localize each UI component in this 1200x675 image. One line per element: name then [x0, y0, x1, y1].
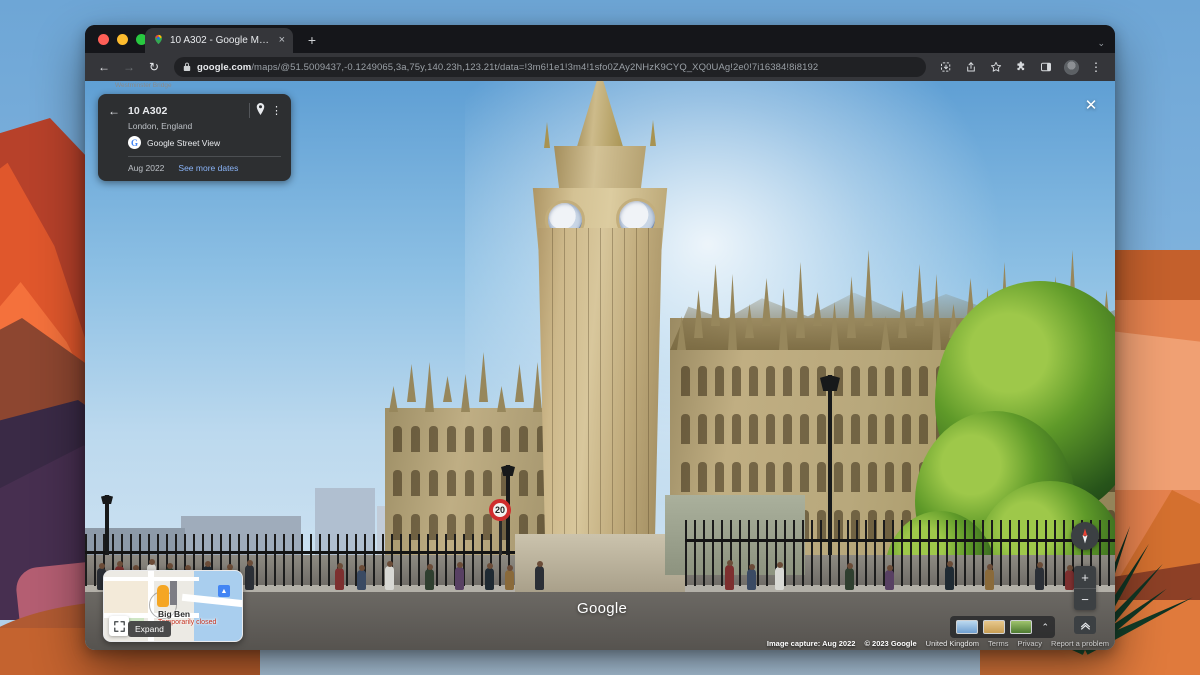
side-panel-icon[interactable] [1035, 56, 1057, 78]
browser-window: 10 A302 - Google Maps × + ⌄ ← → ↻ google… [85, 25, 1115, 650]
zoom-controls[interactable]: + − [1074, 566, 1096, 610]
desktop-wallpaper: 10 A302 - Google Maps × + ⌄ ← → ↻ google… [0, 0, 1200, 675]
street-view-canvas[interactable]: 20 Google ← 10 A302 ⋮ London, England G … [85, 81, 1115, 650]
terrain-thumbnail[interactable] [1010, 620, 1032, 634]
fence-rail [685, 539, 1115, 542]
tab-strip: 10 A302 - Google Maps × + ⌄ [85, 25, 1115, 53]
close-window-button[interactable] [98, 34, 109, 45]
attribution-bar: Image capture: Aug 2022 © 2023 Google Un… [767, 639, 1109, 648]
speed-limit-sign: 20 [489, 499, 511, 555]
compass-icon[interactable] [1071, 522, 1099, 550]
new-tab-button[interactable]: + [303, 31, 321, 49]
minimap-big-ben-icon [170, 581, 177, 605]
collapse-controls-icon[interactable] [1074, 616, 1096, 634]
minimap-place-label: Big Ben [158, 609, 190, 619]
save-pin-icon[interactable] [256, 103, 265, 118]
overflow-menu-icon[interactable]: ⋮ [271, 104, 281, 117]
layer-selector[interactable]: ⌃ [950, 616, 1055, 638]
share-icon[interactable] [960, 56, 982, 78]
minimap-top-street-label: Westminster Bridge [115, 82, 172, 574]
address-bar[interactable]: google.com/maps/@51.5009437,-0.1249065,3… [174, 57, 926, 77]
minimize-window-button[interactable] [117, 34, 128, 45]
reload-button[interactable]: ↻ [143, 56, 165, 78]
privacy-link[interactable]: Privacy [1017, 639, 1042, 648]
expand-tooltip: Expand [128, 621, 171, 637]
google-watermark: Google [577, 600, 627, 617]
report-problem-link[interactable]: Report a problem [1051, 639, 1109, 648]
window-traffic-lights[interactable] [98, 34, 147, 45]
satellite-thumbnail[interactable] [983, 620, 1005, 634]
big-ben-tower [530, 128, 670, 558]
expand-icon[interactable] [109, 616, 129, 636]
tab-close-icon[interactable]: × [277, 35, 287, 46]
see-more-dates-link[interactable]: See more dates [178, 163, 238, 173]
tab-title: 10 A302 - Google Maps [170, 35, 271, 46]
layer-chevron-icon[interactable]: ⌃ [1041, 622, 1049, 633]
chevron-down-icon[interactable]: ⌄ [1097, 38, 1105, 49]
copyright-label: © 2023 Google [864, 639, 916, 648]
close-street-view-icon[interactable]: ✕ [1081, 95, 1101, 115]
image-capture-label: Image capture: Aug 2022 [767, 639, 856, 648]
url-path: /maps/@51.5009437,-0.1249065,3a,75y,140.… [251, 62, 818, 73]
ferry-icon: ▲ [218, 585, 230, 597]
install-icon[interactable] [935, 56, 957, 78]
browser-toolbar: ← → ↻ google.com/maps/@51.5009437,-0.124… [85, 53, 1115, 81]
forward-button[interactable]: → [118, 56, 140, 78]
map-thumbnail[interactable] [956, 620, 978, 634]
pegman-icon[interactable] [157, 585, 169, 607]
bookmark-star-icon[interactable] [985, 56, 1007, 78]
browser-tab[interactable]: 10 A302 - Google Maps × [145, 28, 293, 53]
lock-icon [183, 58, 191, 76]
terms-link[interactable]: Terms [988, 639, 1008, 648]
address-bar-text: google.com/maps/@51.5009437,-0.1249065,3… [197, 62, 818, 73]
minimap-block [104, 579, 148, 613]
back-button[interactable]: ← [93, 56, 115, 78]
profile-avatar[interactable] [1060, 56, 1082, 78]
speed-limit-value: 20 [489, 499, 511, 521]
divider [249, 103, 250, 118]
url-domain: google.com [197, 62, 251, 73]
extensions-puzzle-icon[interactable] [1010, 56, 1032, 78]
country-label: United Kingdom [926, 639, 979, 648]
minimap[interactable]: ▲ Big Ben Temporarily closed Expand [103, 570, 243, 642]
google-maps-pin-icon [153, 32, 164, 50]
zoom-in-button[interactable]: + [1074, 566, 1096, 588]
zoom-out-button[interactable]: − [1074, 588, 1096, 610]
minimap-road [104, 577, 199, 581]
chrome-menu-icon[interactable]: ⋮ [1085, 56, 1107, 78]
